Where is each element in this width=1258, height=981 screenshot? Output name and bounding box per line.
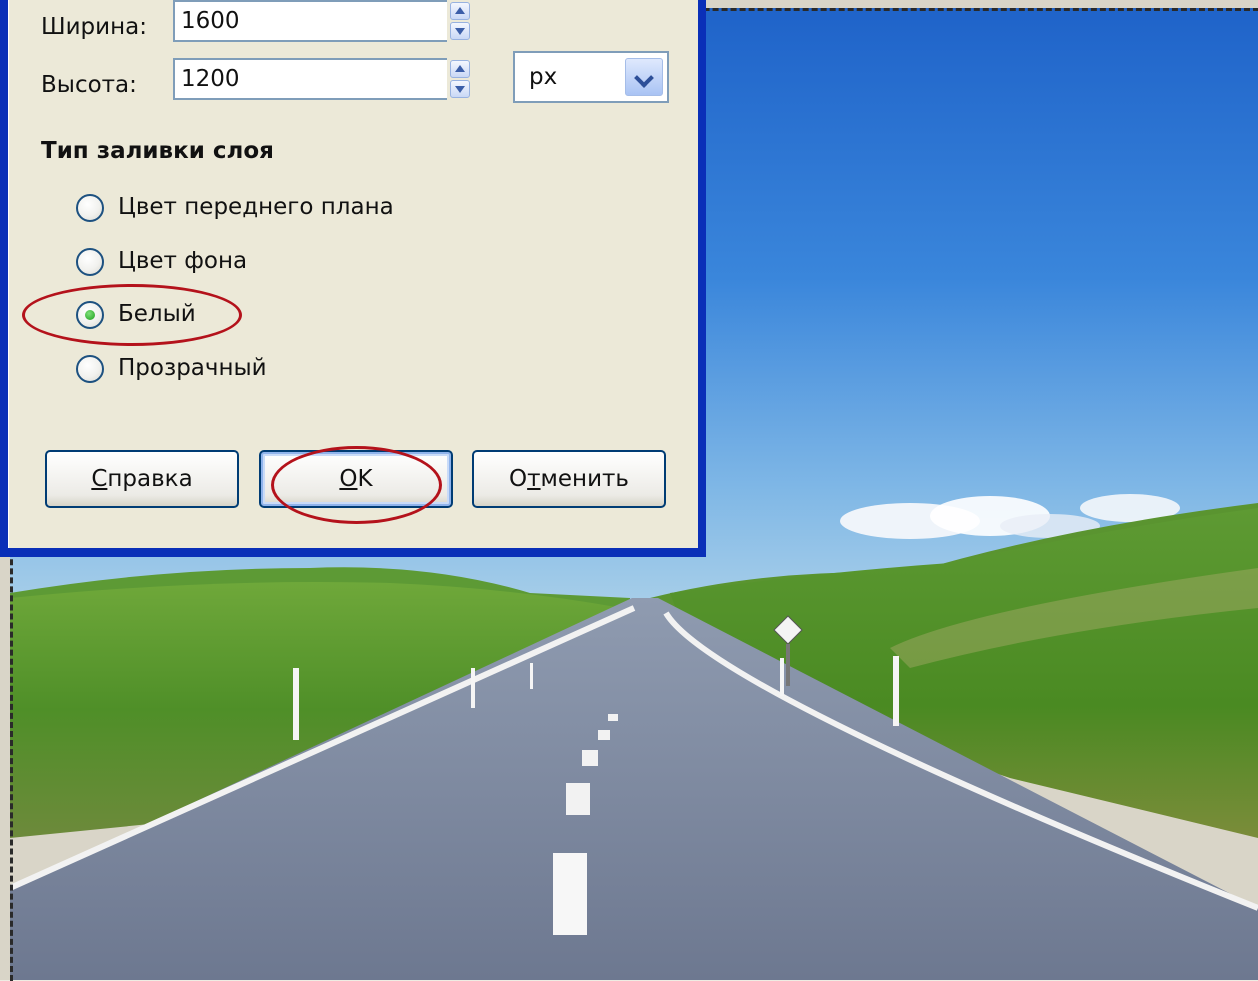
fill-option-label: Цвет фона bbox=[118, 248, 248, 274]
width-value: 1600 bbox=[181, 8, 240, 34]
fill-option-label: Белый bbox=[118, 301, 196, 327]
dialog-body: Ширина: 1600 Высота: 1200 px Тип заливки… bbox=[8, 0, 698, 548]
width-input[interactable]: 1600 bbox=[173, 0, 473, 42]
height-label: Высота: bbox=[41, 72, 137, 98]
width-label: Ширина: bbox=[41, 14, 147, 40]
spin-up-icon[interactable] bbox=[450, 2, 470, 20]
width-spinner bbox=[447, 0, 473, 42]
fill-option-label: Цвет переднего плана bbox=[118, 194, 394, 220]
radio-button[interactable] bbox=[76, 248, 104, 276]
radio-button-checked[interactable] bbox=[76, 301, 104, 329]
dropdown-arrow-icon[interactable] bbox=[625, 58, 663, 96]
new-image-dialog: Ширина: 1600 Высота: 1200 px Тип заливки… bbox=[0, 0, 706, 557]
height-value: 1200 bbox=[181, 66, 240, 92]
unit-value: px bbox=[529, 64, 558, 90]
height-input[interactable]: 1200 bbox=[173, 58, 473, 100]
spin-down-icon[interactable] bbox=[450, 80, 470, 98]
radio-button[interactable] bbox=[76, 355, 104, 383]
help-button[interactable]: Справка bbox=[45, 450, 239, 508]
unit-select[interactable]: px bbox=[513, 51, 669, 103]
ok-button[interactable]: OK bbox=[259, 450, 453, 508]
spin-up-icon[interactable] bbox=[450, 60, 470, 78]
spin-down-icon[interactable] bbox=[450, 22, 470, 40]
fill-type-title: Тип заливки слоя bbox=[41, 138, 274, 164]
cancel-button[interactable]: Отменить bbox=[472, 450, 666, 508]
fill-option-label: Прозрачный bbox=[118, 355, 267, 381]
height-spinner bbox=[447, 58, 473, 100]
radio-button[interactable] bbox=[76, 194, 104, 222]
